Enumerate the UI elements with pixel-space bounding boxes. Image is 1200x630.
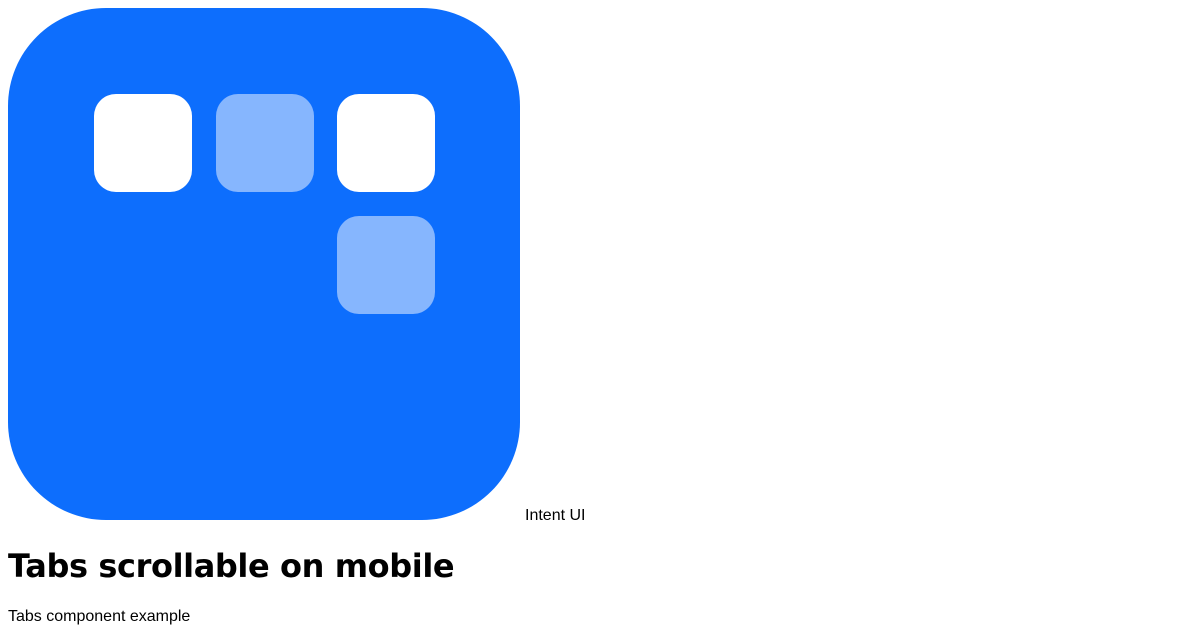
page-title: Tabs scrollable on mobile	[8, 547, 455, 585]
logo-tile	[94, 94, 192, 192]
og-image-card: Intent UI Tabs scrollable on mobile Tabs…	[0, 0, 1200, 630]
brand-name: Intent UI	[525, 507, 586, 524]
logo-tile	[216, 94, 314, 192]
intent-ui-logo-icon	[8, 8, 520, 520]
logo-tile	[337, 94, 435, 192]
page-subtitle: Tabs component example	[8, 608, 191, 625]
logo-tile	[337, 216, 435, 314]
